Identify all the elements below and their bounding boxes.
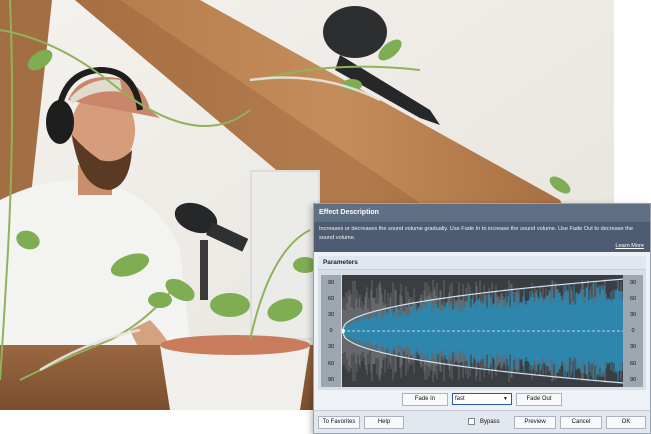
scale-tick: 0 [329,328,333,334]
scale-tick: 30 [629,312,637,318]
dropdown-arrow-icon: ▼ [503,396,508,402]
parameters-title: Parameters [318,256,646,270]
fade-type-value: fast [455,396,465,402]
scale-tick: 90 [629,280,637,286]
preview-button[interactable]: Preview [514,416,556,429]
scale-tick: 30 [629,344,637,350]
fade-graph-panel: 90 60 30 0 30 60 90 90 60 30 0 30 60 90 [318,270,646,390]
bypass-label: Bypass [480,419,500,425]
fade-out-button[interactable]: Fade Out [516,393,562,406]
fade-controls: Fade In fast ▼ Fade Out [314,393,650,406]
scale-tick: 60 [629,361,637,367]
fade-type-dropdown[interactable]: fast ▼ [452,393,512,405]
scale-tick: 0 [631,328,635,334]
fade-effect-dialog: Effect Description Increases or decrease… [313,203,651,434]
help-button[interactable]: Help [364,416,404,429]
effect-description-text: Increases or decreases the sound volume … [319,226,633,241]
bypass-checkbox[interactable]: Bypass [468,416,500,428]
scale-tick: 30 [327,344,335,350]
scale-tick: 90 [327,377,335,383]
scale-tick: 90 [629,377,637,383]
dialog-button-bar: To Favorites Help Bypass Preview Cancel … [314,410,650,433]
fade-in-button[interactable]: Fade In [402,393,448,406]
effect-description-title: Effect Description [314,204,650,222]
checkbox-icon [468,417,475,425]
scale-tick: 60 [327,361,335,367]
learn-more-link[interactable]: Learn More [615,242,644,251]
scale-tick: 30 [327,312,335,318]
effect-description: Increases or decreases the sound volume … [314,222,650,252]
ok-button[interactable]: OK [606,416,646,429]
cancel-button[interactable]: Cancel [560,416,602,429]
scale-tick: 90 [327,280,335,286]
right-scale: 90 60 30 0 30 60 90 [623,275,643,387]
waveform-display[interactable] [342,275,624,387]
scale-tick: 60 [327,296,335,302]
to-favorites-button[interactable]: To Favorites [318,416,360,429]
scale-tick: 60 [629,296,637,302]
left-scale: 90 60 30 0 30 60 90 [321,275,341,387]
